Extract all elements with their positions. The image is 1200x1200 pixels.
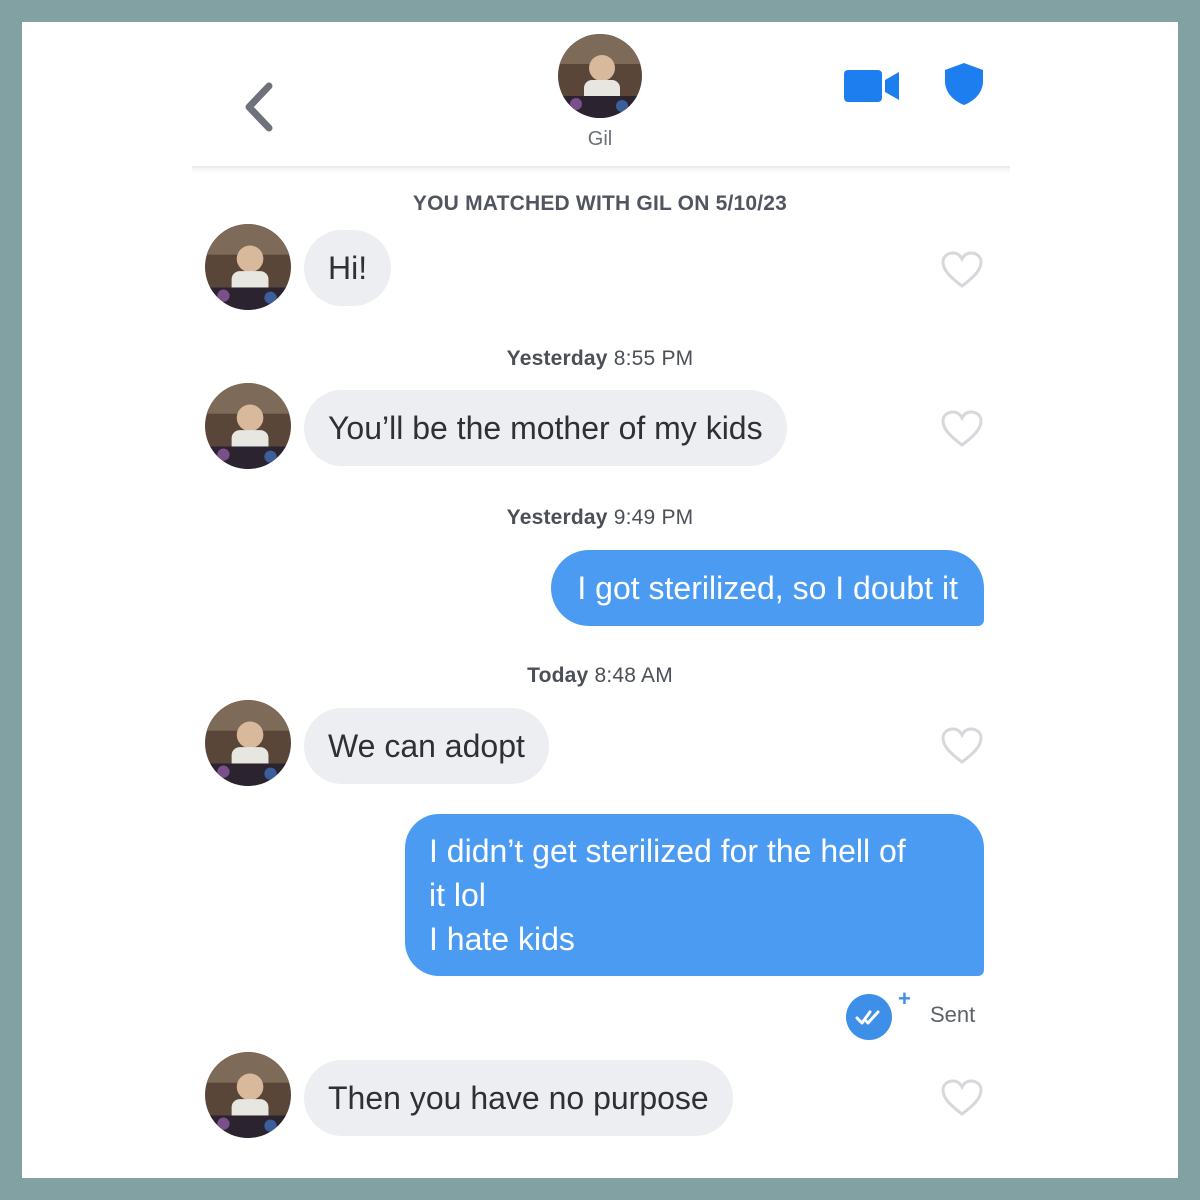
incoming-message[interactable]: We can adopt [304,708,549,784]
heart-icon [941,1079,983,1116]
timestamp: Yesterday 8:55 PM [506,347,694,370]
video-camera-icon [844,70,899,102]
like-heart-button[interactable] [940,250,984,290]
plus-icon: + [898,986,911,1011]
outgoing-message[interactable]: I didn’t get sterilized for the hell of … [405,814,984,976]
safety-button[interactable] [940,58,988,110]
message-text: We can adopt [328,727,525,764]
delivery-status: + Sent [846,986,986,1040]
message-line: it lol [429,877,486,913]
heart-icon [941,410,983,447]
message-text: You’ll be the mother of my kids [328,409,763,446]
back-button[interactable] [224,72,294,142]
sender-avatar[interactable] [205,1052,291,1138]
timestamp: Yesterday 9:49 PM [506,506,694,529]
like-heart-button[interactable] [940,726,984,766]
message-line: I didn’t get sterilized for the hell of [429,833,906,869]
chat-screenshot-frame: Gil YOU MATCHED WITH GIL ON 5/10/23 Hi! … [22,22,1178,1178]
incoming-message[interactable]: Then you have no purpose [304,1060,733,1136]
sender-avatar[interactable] [205,383,291,469]
message-text: Hi! [328,249,368,286]
header-name[interactable]: Gil [550,128,650,151]
timestamp: Today 8:48 AM [527,664,673,687]
shield-icon [945,63,983,105]
video-call-button[interactable] [842,66,902,106]
message-text: I got sterilized, so I doubt it [577,569,958,606]
like-heart-button[interactable] [940,1078,984,1118]
sender-avatar[interactable] [205,224,291,310]
header-divider [192,166,1010,174]
outgoing-message[interactable]: I got sterilized, so I doubt it [551,550,984,626]
match-notice: YOU MATCHED WITH GIL ON 5/10/23 [412,192,788,215]
header-avatar[interactable] [558,34,642,118]
message-line: I hate kids [429,921,575,957]
like-heart-button[interactable] [940,409,984,449]
message-text: Then you have no purpose [328,1079,709,1116]
chevron-left-icon [245,82,273,132]
read-receipt-icon[interactable] [846,994,892,1040]
sender-avatar[interactable] [205,700,291,786]
heart-icon [941,251,983,288]
incoming-message[interactable]: Hi! [304,230,392,306]
incoming-message[interactable]: You’ll be the mother of my kids [304,390,787,466]
sent-label: Sent [930,1002,976,1027]
heart-icon [941,727,983,764]
